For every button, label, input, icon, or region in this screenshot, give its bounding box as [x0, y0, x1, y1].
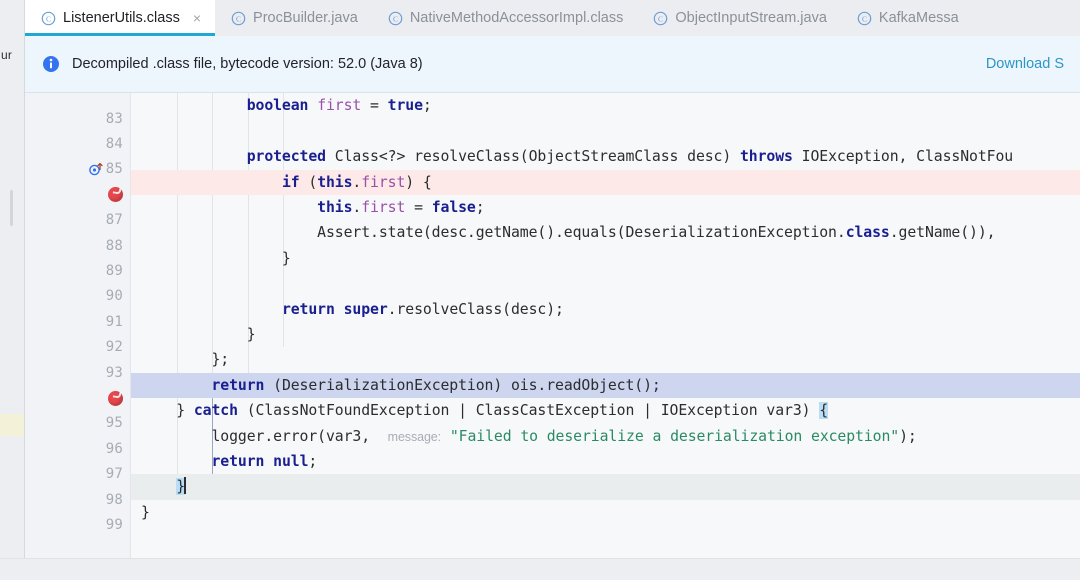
tool-strip-label: ur — [1, 48, 12, 62]
line-number: 89 — [106, 263, 123, 279]
svg-text:C: C — [862, 14, 867, 23]
code-line[interactable]: } — [131, 322, 1080, 347]
gutter-row[interactable]: 96 — [25, 436, 131, 461]
usages-inlay-hint[interactable]: 2 usages — [293, 93, 344, 95]
line-number: 87 — [106, 212, 123, 228]
java-class-icon: C — [857, 11, 872, 26]
editor-tab[interactable]: C ListenerUtils.class × — [25, 0, 215, 36]
java-class-icon: C — [857, 11, 872, 26]
code-line[interactable]: return super.resolveClass(desc); — [131, 297, 1080, 322]
gutter-row[interactable]: 83 — [25, 106, 131, 131]
svg-text:C: C — [393, 14, 398, 23]
line-number: 98 — [106, 492, 123, 508]
close-icon[interactable]: × — [193, 11, 201, 25]
line-number: 91 — [106, 314, 123, 330]
editor-tab[interactable]: C ObjectInputStream.java — [637, 0, 841, 36]
code-line[interactable]: } — [131, 246, 1080, 271]
gutter-row[interactable]: 84 — [25, 131, 131, 156]
java-class-icon: C — [41, 11, 56, 26]
gutter-row[interactable]: 85 — [25, 157, 131, 182]
svg-text:C: C — [658, 14, 663, 23]
code-line[interactable]: } — [131, 474, 1080, 499]
code-line[interactable]: protected Class<?> resolveClass(ObjectSt… — [131, 144, 1080, 169]
text-caret — [184, 477, 186, 494]
svg-text:C: C — [46, 14, 51, 23]
editor-tab-label: ObjectInputStream.java — [675, 10, 827, 26]
editor-tab-label: ListenerUtils.class — [63, 10, 180, 26]
tool-window-resize-handle[interactable] — [10, 190, 13, 226]
code-line[interactable] — [131, 271, 1080, 296]
tool-strip-warning-marker — [0, 414, 24, 436]
editor-tab[interactable]: C KafkaMessa — [841, 0, 973, 36]
code-line[interactable]: } — [131, 500, 1080, 525]
java-class-icon: C — [653, 11, 668, 26]
code-line[interactable]: Assert.state(desc.getName().equals(Deser… — [131, 220, 1080, 245]
decompiled-class-banner: Decompiled .class file, bytecode version… — [25, 36, 1080, 93]
line-number: 97 — [106, 466, 123, 482]
gutter-row[interactable]: 99 — [25, 512, 131, 537]
editor-tab-bar: C ListenerUtils.class × C ProcBuilder.java C N… — [25, 0, 1080, 36]
gutter-row[interactable] — [25, 385, 131, 410]
editor-tab-label: NativeMethodAccessorImpl.class — [410, 10, 624, 26]
line-number: 95 — [106, 415, 123, 431]
editor-tab[interactable]: C ProcBuilder.java — [215, 0, 372, 36]
java-class-icon: C — [388, 11, 403, 26]
left-tool-strip: ur — [0, 0, 25, 580]
gutter-row[interactable]: 91 — [25, 309, 131, 334]
code-line[interactable] — [131, 119, 1080, 144]
code-line[interactable]: return (DeserializationException) ois.re… — [131, 373, 1080, 398]
line-number: 99 — [106, 517, 123, 533]
gutter-row[interactable]: 97 — [25, 462, 131, 487]
matching-brace: { — [819, 402, 828, 419]
editor-bottom-strip — [0, 558, 1080, 580]
gutter-row[interactable] — [25, 182, 131, 207]
editor-tab-label: ProcBuilder.java — [253, 10, 358, 26]
editor-tab[interactable]: C NativeMethodAccessorImpl.class — [372, 0, 638, 36]
code-line[interactable]: if (this.first) { — [131, 170, 1080, 195]
gutter-row[interactable]: 95 — [25, 411, 131, 436]
code-text-area[interactable]: boolean first = true; protected Class<?>… — [131, 93, 1080, 580]
java-class-icon: C — [231, 11, 246, 26]
line-number: 84 — [106, 136, 123, 152]
gutter-row[interactable]: 89 — [25, 258, 131, 283]
gutter-row[interactable]: 88 — [25, 233, 131, 258]
editor-gutter[interactable]: 83 84 85 87 88 89 90 91 92 93 95 96 97 98 99 — [25, 93, 131, 580]
download-sources-link[interactable]: Download S — [986, 56, 1064, 72]
code-line[interactable]: return null; — [131, 449, 1080, 474]
code-line[interactable]: logger.error(var3, message: "Failed to d… — [131, 424, 1080, 449]
svg-text:C: C — [236, 14, 241, 23]
gutter-row[interactable]: 98 — [25, 487, 131, 512]
java-class-icon: C — [41, 11, 56, 26]
line-number: 96 — [106, 441, 123, 457]
code-line[interactable]: boolean first = true; — [131, 93, 1080, 118]
java-class-icon: C — [231, 11, 246, 26]
line-number: 85 — [106, 161, 123, 177]
line-number: 92 — [106, 339, 123, 355]
java-class-icon: C — [653, 11, 668, 26]
gutter-row[interactable]: 93 — [25, 360, 131, 385]
code-line[interactable]: this.first = false; — [131, 195, 1080, 220]
code-line[interactable]: } catch (ClassNotFoundException | ClassC… — [131, 398, 1080, 423]
line-number: 93 — [106, 365, 123, 381]
line-number: 88 — [106, 238, 123, 254]
gutter-row[interactable]: 87 — [25, 208, 131, 233]
gutter-row[interactable]: 92 — [25, 335, 131, 360]
code-editor[interactable]: 83 84 85 87 88 89 90 91 92 93 95 96 97 98 99 boolean f… — [25, 93, 1080, 580]
editor-tab-label: KafkaMessa — [879, 10, 959, 26]
code-line[interactable]: }; — [131, 347, 1080, 372]
overriding-method-icon[interactable] — [88, 161, 104, 177]
ide-editor-window: ur C ListenerUtils.class × C ProcBuilder.jav… — [0, 0, 1080, 580]
line-number: 90 — [106, 288, 123, 304]
info-icon — [42, 55, 60, 73]
breakpoint-icon[interactable] — [108, 187, 123, 202]
parameter-hint-label: message: — [388, 430, 441, 444]
banner-message: Decompiled .class file, bytecode version… — [72, 56, 423, 72]
java-class-icon: C — [388, 11, 403, 26]
line-number: 83 — [106, 111, 123, 127]
gutter-row[interactable]: 90 — [25, 284, 131, 309]
breakpoint-icon[interactable] — [108, 391, 123, 406]
